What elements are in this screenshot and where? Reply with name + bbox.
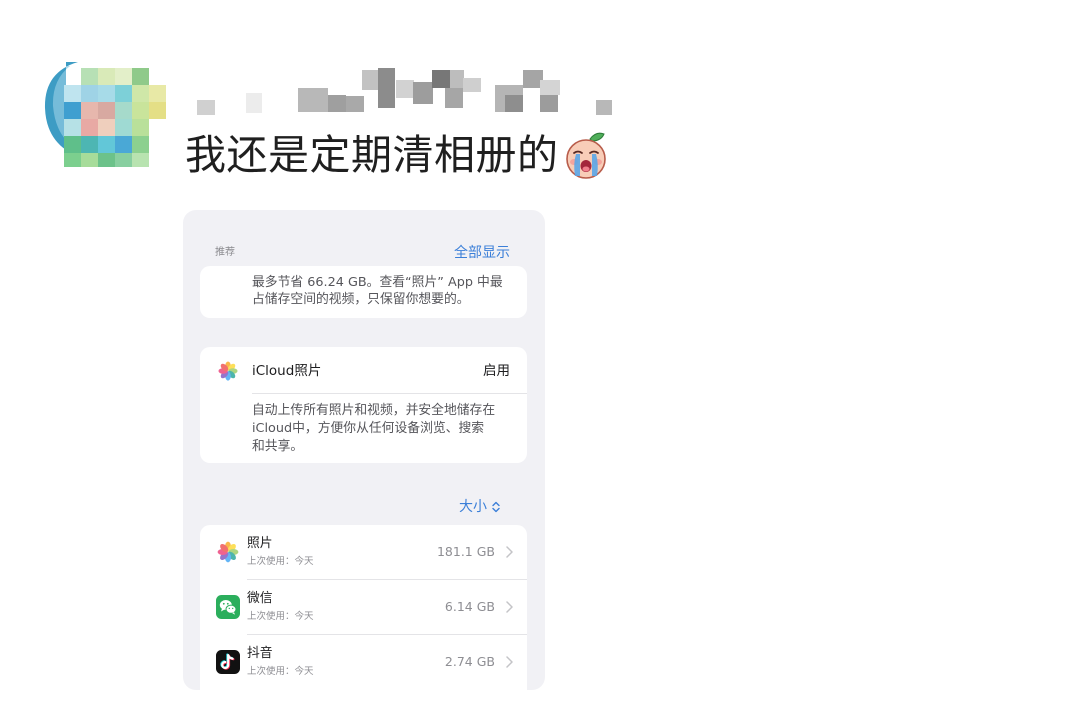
chevron-up-down-icon [492,501,500,513]
app-row-photos[interactable]: 照片 上次使用：今天 181.1 GB [200,525,527,580]
douyin-app-icon [216,650,240,674]
app-size: 2.74 GB [444,654,495,669]
crying-face-icon [565,132,606,179]
chevron-right-icon [506,546,513,558]
app-list: 照片 上次使用：今天 181.1 GB 微信 上次使用：今天 6.14 GB 抖… [200,525,527,690]
icloud-photos-card: iCloud照片 启用 自动上传所有照片和视频，并安全地储存在 iCloud中，… [200,347,527,463]
icloud-photos-description: 自动上传所有照片和视频，并安全地储存在 iCloud中，方便你从任何设备浏览、搜… [252,402,495,456]
recommendation-card[interactable]: 最多节省 66.24 GB。查看“照片” App 中最 占储存空间的视频，只保留… [200,266,527,318]
comment-text: 我还是定期清相册的 [185,131,559,179]
photos-app-icon [218,361,238,381]
tip-text-line: 占储存空间的视频，只保留你想要的。 [252,292,470,307]
app-last-used: 上次使用：今天 [247,556,314,567]
sort-label: 大小 [459,499,487,515]
photos-app-icon [217,541,239,563]
enable-button[interactable]: 启用 [483,362,510,380]
app-last-used: 上次使用：今天 [247,611,314,622]
sort-by-size-button[interactable]: 大小 [459,498,500,516]
description-line: 自动上传所有照片和视频，并安全地储存在 [252,403,496,418]
wechat-app-icon [216,595,240,619]
app-name: 照片 [247,536,273,551]
app-size: 181.1 GB [436,544,495,559]
comment: 我还是定期清相册的 [185,128,611,182]
storage-screenshot: 推荐 全部显示 最多节省 66.24 GB。查看“照片” App 中最 占储存空… [183,210,545,690]
chevron-right-icon [506,601,513,613]
icloud-photos-title: iCloud照片 [252,363,322,379]
divider [252,393,527,394]
description-line: 和共享。 [252,439,304,454]
show-all-link[interactable]: 全部显示 [454,244,510,262]
avatar[interactable] [40,58,172,170]
app-row-douyin[interactable]: 抖音 上次使用：今天 2.74 GB [200,635,527,690]
username-mosaic[interactable] [190,64,620,120]
tip-text-line: 最多节省 66.24 GB。查看“照片” App 中最 [252,275,503,290]
app-row-wechat[interactable]: 微信 上次使用：今天 6.14 GB [200,580,527,635]
app-name: 微信 [247,591,273,606]
description-line: iCloud中，方便你从任何设备浏览、搜索 [252,421,485,436]
app-name: 抖音 [247,646,273,661]
app-size: 6.14 GB [444,599,495,614]
section-label-recommendations: 推荐 [215,247,235,258]
app-last-used: 上次使用：今天 [247,666,314,677]
chevron-right-icon [506,656,513,668]
